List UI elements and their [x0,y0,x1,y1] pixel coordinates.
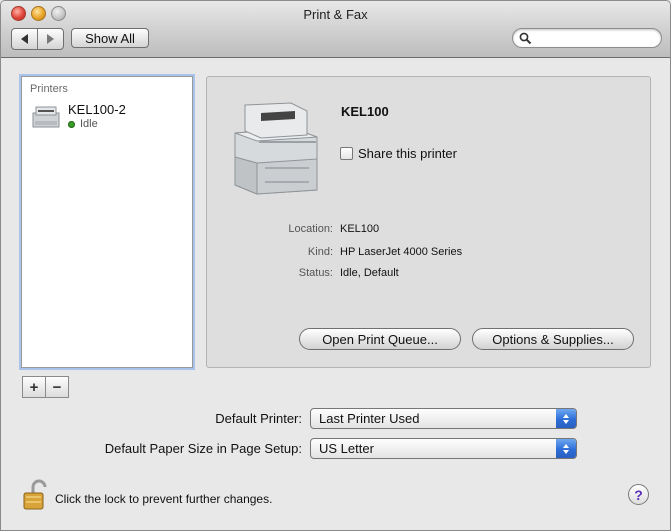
printers-list[interactable]: Printers KEL100-2 Idle [21,76,193,368]
status-label: Status: [298,267,333,279]
print-fax-window: Print & Fax Show All Printers KEL100-2 I… [0,0,671,531]
window-title: Print & Fax [303,7,368,22]
printer-icon [32,106,60,128]
share-printer-label: Share this printer [358,146,457,161]
lock-icon[interactable] [22,479,48,511]
default-printer-label: Default Printer: [215,411,302,426]
paper-size-popup[interactable]: US Letter [310,438,577,459]
back-button[interactable] [12,29,37,49]
printer-detail-panel: KEL100 Share this printer Location: KEL1… [206,76,651,368]
list-item[interactable]: KEL100-2 Idle [22,99,192,135]
list-add-remove-control: + − [22,376,69,398]
open-print-queue-button[interactable]: Open Print Queue... [299,328,461,350]
popup-arrows-icon [556,409,576,428]
large-printer-icon [234,102,318,195]
location-label: Location: [288,223,333,235]
title-toolbar: Print & Fax Show All [1,1,670,58]
options-supplies-button[interactable]: Options & Supplies... [472,328,634,350]
status-value: Idle, Default [340,267,399,279]
paper-size-label: Default Paper Size in Page Setup: [104,441,302,456]
share-printer-checkbox[interactable] [340,147,353,160]
kind-value: HP LaserJet 4000 Series [340,246,463,258]
forward-arrow-icon [47,34,54,44]
kind-label: Kind: [307,246,333,258]
printer-name: KEL100 [341,104,389,119]
forward-button[interactable] [37,29,63,49]
printers-list-header: Printers [30,83,68,95]
default-printer-value: Last Printer Used [319,411,420,426]
search-field[interactable] [512,28,662,48]
location-value: KEL100 [340,223,380,235]
popup-arrows-icon [556,439,576,458]
status-dot-icon [68,120,75,128]
help-button[interactable]: ? [628,484,649,505]
printer-item-status: Idle [68,118,98,130]
paper-size-value: US Letter [319,441,374,456]
add-printer-button[interactable]: + [23,377,45,397]
share-printer-option[interactable]: Share this printer [340,146,457,161]
show-all-button[interactable]: Show All [71,28,149,48]
search-icon [519,32,532,45]
lock-message: Click the lock to prevent further change… [55,492,273,506]
remove-printer-button[interactable]: − [45,377,68,397]
back-forward-control [11,28,64,50]
printer-item-name: KEL100-2 [68,102,126,117]
printer-item-status-text: Idle [80,118,98,130]
back-arrow-icon [21,34,28,44]
default-printer-popup[interactable]: Last Printer Used [310,408,577,429]
